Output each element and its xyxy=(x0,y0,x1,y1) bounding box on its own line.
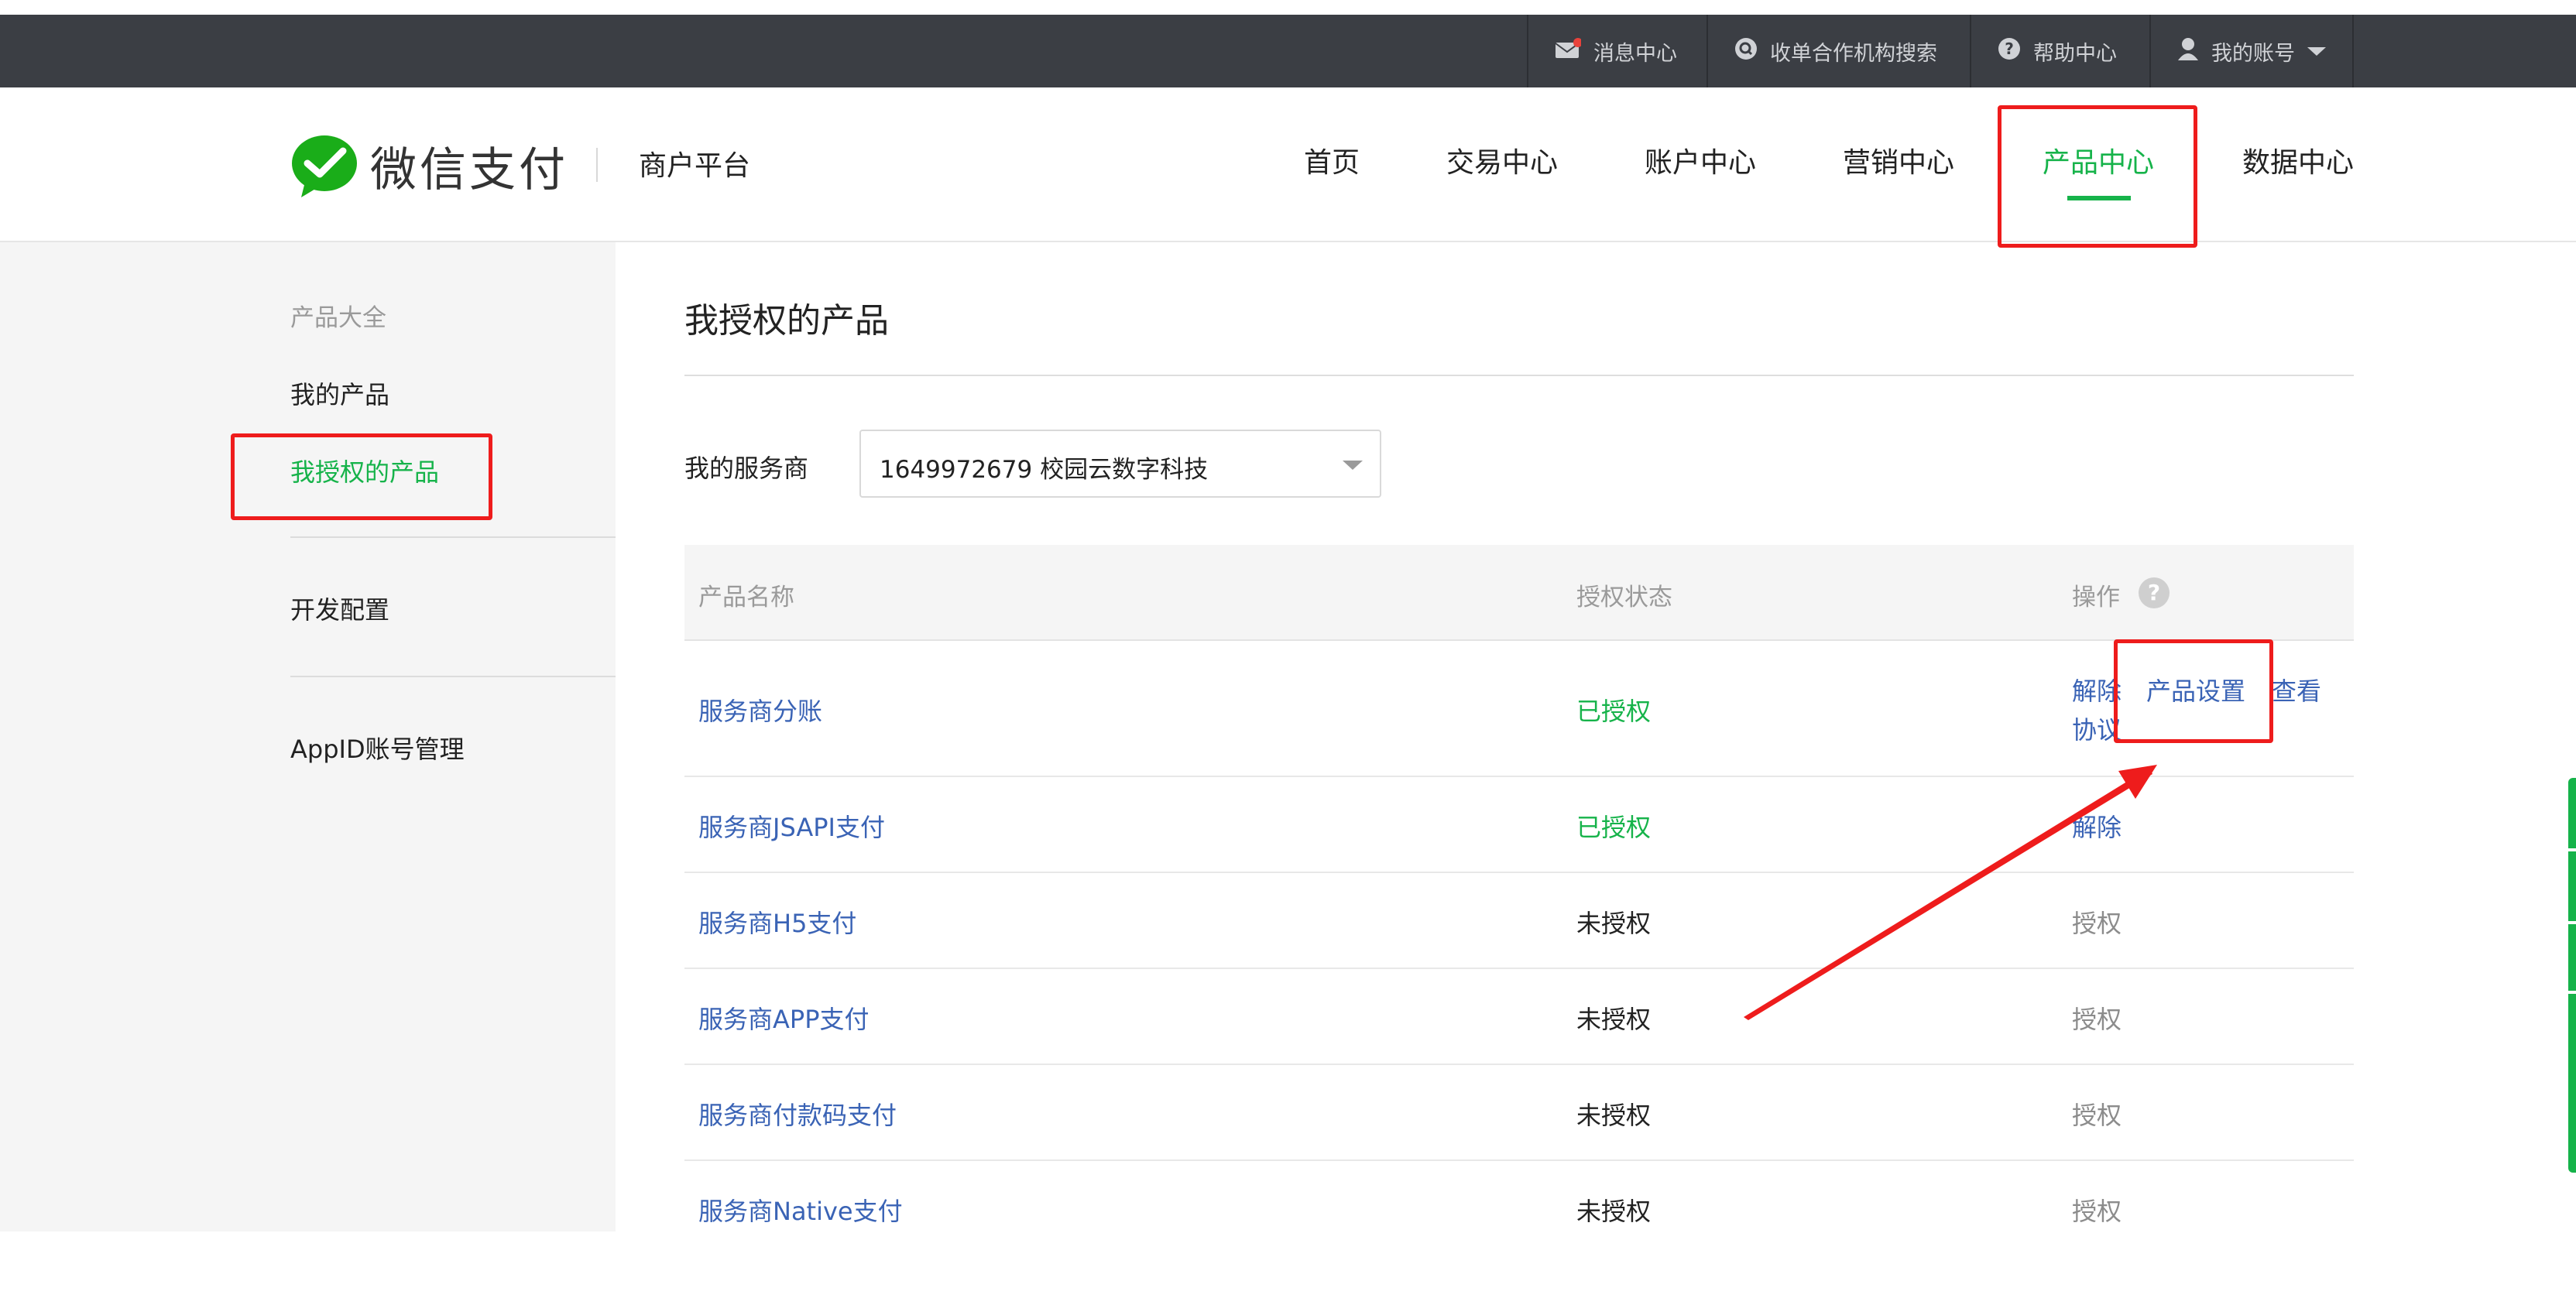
help-center-label: 帮助中心 xyxy=(2033,41,2117,66)
topbar-divider xyxy=(2352,15,2354,87)
auth-status: 未授权 xyxy=(1576,909,1652,938)
annotation-box-product-settings xyxy=(2114,639,2273,743)
table-row: 服务商付款码支付 未授权 授权 xyxy=(684,1065,2354,1161)
column-header-status: 授权状态 xyxy=(1576,584,1672,611)
nav-data[interactable]: 数据中心 xyxy=(2242,140,2354,180)
side-tab-divider xyxy=(2568,848,2576,851)
side-tab-divider xyxy=(2568,921,2576,924)
page-title: 我授权的产品 xyxy=(684,301,889,341)
chevron-down-icon xyxy=(1343,461,1363,470)
message-center-link[interactable]: 消息中心 xyxy=(1527,15,1706,87)
authorize-link[interactable]: 授权 xyxy=(2072,1096,2122,1132)
auth-status: 未授权 xyxy=(1576,1101,1652,1130)
table-header: 产品名称 授权状态 操作 ? xyxy=(684,545,2354,641)
auth-status: 已授权 xyxy=(1576,813,1652,842)
svg-text:?: ? xyxy=(2005,39,2014,58)
annotation-box-nav-products xyxy=(1998,105,2197,248)
product-name-link[interactable]: 服务商JSAPI支付 xyxy=(698,808,885,844)
acquirer-search-link[interactable]: 收单合作机构搜索 xyxy=(1706,15,1970,87)
product-name-link[interactable]: 服务商付款码支付 xyxy=(698,1096,897,1132)
nav-account[interactable]: 账户中心 xyxy=(1645,140,1756,180)
column-header-product: 产品名称 xyxy=(698,584,794,611)
title-divider xyxy=(684,375,2354,376)
sidebar-item-appid-management[interactable]: AppID账号管理 xyxy=(290,730,465,766)
my-account-menu[interactable]: 我的账号 xyxy=(2149,15,2354,87)
view-link[interactable]: 查看 xyxy=(2272,672,2321,707)
platform-name: 商户平台 xyxy=(639,150,751,182)
sidebar-group-title: 产品大全 xyxy=(290,304,386,332)
side-tab-divider xyxy=(2568,991,2576,994)
auth-status: 已授权 xyxy=(1576,697,1652,726)
nav-transactions[interactable]: 交易中心 xyxy=(1446,140,1558,180)
auth-status: 未授权 xyxy=(1576,1005,1652,1034)
product-name-link[interactable]: 服务商H5支付 xyxy=(698,904,856,940)
service-provider-label: 我的服务商 xyxy=(684,454,809,483)
nav-marketing[interactable]: 营销中心 xyxy=(1843,140,1954,180)
sidebar: 产品大全 我的产品 我授权的产品 开发配置 AppID账号管理 xyxy=(0,242,616,1231)
service-provider-value: 1649972679 校园云数字科技 xyxy=(880,456,1209,484)
auth-status: 未授权 xyxy=(1576,1197,1652,1226)
sidebar-item-dev-config[interactable]: 开发配置 xyxy=(290,591,389,626)
annotation-arrow-icon xyxy=(1744,765,2157,1020)
acquirer-search-label: 收单合作机构搜索 xyxy=(1770,41,1937,66)
service-provider-select[interactable]: 1649972679 校园云数字科技 xyxy=(859,430,1381,498)
search-icon xyxy=(1734,37,1758,66)
sidebar-item-my-products[interactable]: 我的产品 xyxy=(290,375,389,411)
message-center-label: 消息中心 xyxy=(1593,41,1677,66)
help-icon: ? xyxy=(1998,37,2021,66)
mail-icon xyxy=(1555,37,1583,65)
sidebar-divider xyxy=(290,536,616,538)
table-row: 服务商Native支付 未授权 授权 xyxy=(684,1161,2354,1246)
sidebar-divider xyxy=(290,676,616,677)
logo-divider xyxy=(596,148,598,182)
column-header-actions: 操作 xyxy=(2072,584,2120,611)
feedback-side-tab[interactable] xyxy=(2568,778,2576,1173)
help-center-link[interactable]: ? 帮助中心 xyxy=(1970,15,2149,87)
user-icon xyxy=(2177,37,2199,66)
authorize-link[interactable]: 授权 xyxy=(2072,1192,2122,1228)
wechat-pay-logo-icon[interactable] xyxy=(290,134,358,199)
nav-home[interactable]: 首页 xyxy=(1304,140,1360,180)
chevron-down-icon xyxy=(2307,46,2326,56)
annotation-box-sidebar xyxy=(231,433,492,520)
top-bar: 消息中心 收单合作机构搜索 ? 帮助中心 我的账号 xyxy=(0,15,2576,87)
help-icon[interactable]: ? xyxy=(2139,577,2170,608)
brand-name: 微信支付 xyxy=(370,143,568,197)
my-account-label: 我的账号 xyxy=(2211,41,2295,66)
product-name-link[interactable]: 服务商APP支付 xyxy=(698,1000,870,1036)
product-name-link[interactable]: 服务商Native支付 xyxy=(698,1192,903,1228)
table-row: 服务商分账 已授权 解除 产品设置 查看 协议 xyxy=(684,641,2354,777)
product-name-link[interactable]: 服务商分账 xyxy=(698,692,822,728)
